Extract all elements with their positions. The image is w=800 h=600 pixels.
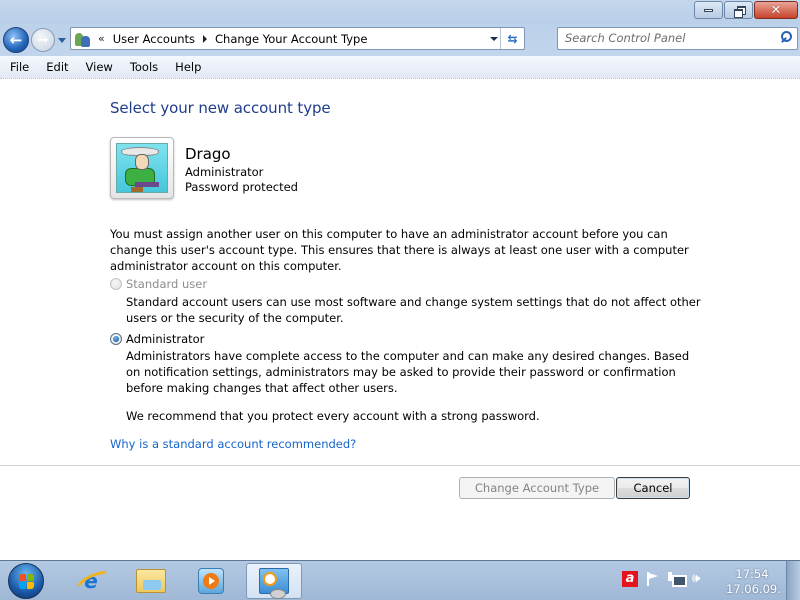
taskbar: e a 🕪 17:54 17.06.09. [0,560,800,600]
why-standard-account-link[interactable]: Why is a standard account recommended? [110,437,356,451]
close-button[interactable]: ✕ [754,1,798,19]
menu-edit[interactable]: Edit [37,60,76,74]
address-dropdown-icon[interactable] [490,37,498,41]
search-input[interactable] [565,28,775,48]
menu-file[interactable]: File [0,60,37,74]
control-panel-icon [259,568,289,599]
user-accounts-icon [74,31,92,47]
standard-user-option: Standard user [110,277,207,291]
clock[interactable]: 17:54 17.06.09. [726,567,781,597]
action-center-flag-icon[interactable] [646,572,660,586]
restore-icon [733,5,746,18]
administrator-radio[interactable] [110,333,122,345]
close-icon: ✕ [770,2,782,18]
forward-button[interactable]: → [31,28,55,52]
folder-icon [136,569,166,593]
address-bar[interactable]: « User Accounts Change Your Account Type… [70,27,525,50]
search-icon[interactable] [780,31,792,45]
cowboy-avatar-icon [116,143,168,193]
user-password-status: Password protected [185,180,298,194]
strong-password-note: We recommend that you protect every acco… [126,409,540,423]
breadcrumb-separator-icon[interactable] [203,34,208,43]
breadcrumb-change-account-type[interactable]: Change Your Account Type [215,32,367,46]
window-titlebar: ✕ [0,0,800,24]
refresh-button[interactable]: ⇆ [500,28,524,49]
user-account-type: Administrator [185,165,264,179]
avira-antivirus-icon[interactable]: a [622,571,638,587]
standard-user-label: Standard user [126,277,208,291]
standard-user-radio[interactable] [110,278,122,290]
network-icon[interactable] [668,572,687,587]
minimize-button[interactable] [694,1,723,19]
user-avatar [110,137,174,199]
start-button[interactable] [8,563,44,599]
refresh-icon: ⇆ [507,31,518,46]
recent-pages-dropdown[interactable] [58,38,66,43]
minimize-icon [704,8,713,12]
administrator-option[interactable]: Administrator [110,332,204,346]
standard-user-description: Standard account users can use most soft… [126,295,701,325]
taskbar-windows-explorer[interactable] [123,563,179,599]
clock-date: 17.06.09. [726,582,781,596]
window-controls: ✕ [694,1,798,19]
user-name: Drago [185,145,231,163]
clock-time: 17:54 [735,567,769,581]
menu-bar: File Edit View Tools Help [0,56,800,79]
administrator-description: Administrators have complete access to t… [126,349,690,395]
cancel-button[interactable]: Cancel [616,477,690,499]
menu-help[interactable]: Help [166,60,209,74]
taskbar-internet-explorer[interactable]: e [63,563,119,599]
show-desktop-button[interactable] [786,561,800,600]
navigation-bar: ← → « User Accounts Change Your Account … [0,24,800,56]
menu-view[interactable]: View [77,60,121,74]
admin-required-warning: You must assign another user on this com… [110,227,689,273]
breadcrumb-overflow-chevron[interactable]: « [98,32,105,45]
search-box [557,27,798,50]
back-button[interactable]: ← [3,27,29,53]
back-arrow-icon: ← [9,31,23,49]
divider [0,465,800,466]
forward-arrow-icon: → [37,32,49,48]
change-account-type-button[interactable]: Change Account Type [459,477,615,499]
page-title: Select your new account type [110,99,331,117]
menu-tools[interactable]: Tools [121,60,166,74]
windows-logo-icon [19,574,35,589]
internet-explorer-icon: e [78,568,104,594]
media-player-icon [198,568,224,594]
administrator-label[interactable]: Administrator [126,332,204,346]
taskbar-control-panel[interactable] [246,563,302,599]
system-tray: a 🕪 [622,571,708,587]
breadcrumb-user-accounts[interactable]: User Accounts [113,32,195,46]
restore-button[interactable] [724,1,753,19]
taskbar-media-player[interactable] [183,563,239,599]
content-pane: Select your new account type Drago Admin… [0,80,800,560]
volume-icon[interactable]: 🕪 [692,572,708,586]
